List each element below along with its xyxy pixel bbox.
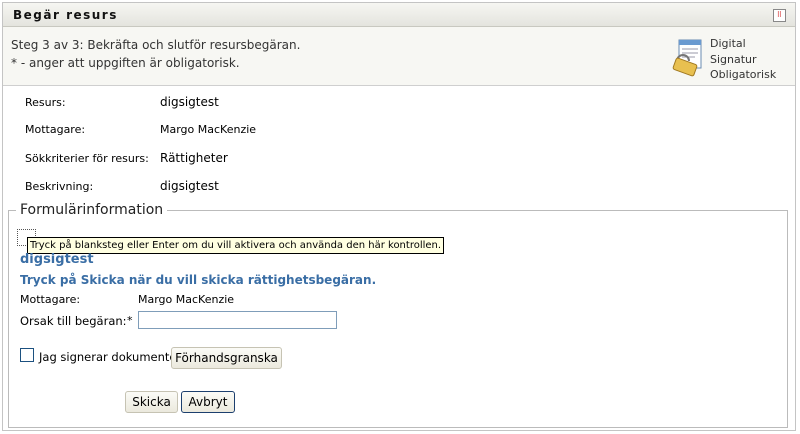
form-title: digsigtest (20, 252, 94, 267)
reason-input[interactable] (138, 311, 337, 329)
detail-value: Margo MacKenzie (160, 123, 257, 136)
preview-button[interactable]: Förhandsgranska (171, 347, 282, 369)
signature-line: Digital (710, 37, 746, 50)
sign-label: Jag signerar dokumentet (39, 350, 181, 364)
required-mark: * (127, 314, 133, 327)
detail-label: Resurs: (25, 96, 66, 109)
form-legend: Formulärinformation (16, 202, 168, 218)
signature-line: Signatur (710, 52, 757, 66)
signature-line: Obligatorisk (710, 68, 777, 81)
submit-button[interactable]: Skicka (125, 391, 178, 413)
detail-label: Mottagare: (25, 123, 86, 136)
panel-header: Begär resurs ⠿ (3, 3, 795, 27)
reason-label: Orsak till begäran: (20, 314, 127, 328)
detail-label: Sökkriterier för resurs: (25, 152, 149, 165)
detail-label: Beskrivning: (25, 180, 94, 193)
required-note: * - anger att uppgiften är obligatorisk. (11, 56, 240, 70)
form-instruction: Tryck på Skicka när du vill skicka rätti… (20, 273, 377, 287)
recipient-label: Mottagare: (20, 293, 81, 306)
page-title: Begär resurs (13, 8, 118, 22)
panel-menu-icon[interactable]: ⠿ (773, 9, 786, 22)
sign-checkbox[interactable] (20, 348, 34, 362)
detail-value: digsigtest (160, 179, 219, 193)
digital-signature-icon (672, 39, 702, 77)
detail-value: Rättigheter (160, 151, 228, 165)
recipient-value: Margo MacKenzie (138, 293, 235, 306)
step-text: Steg 3 av 3: Bekräfta och slutför resurs… (11, 38, 301, 52)
cancel-button[interactable]: Avbryt (181, 391, 235, 413)
info-area: Steg 3 av 3: Bekräfta och slutför resurs… (3, 27, 795, 86)
detail-value: digsigtest (160, 95, 219, 109)
signature-required-label: Digital Signatur Obligatorisk (710, 36, 776, 83)
